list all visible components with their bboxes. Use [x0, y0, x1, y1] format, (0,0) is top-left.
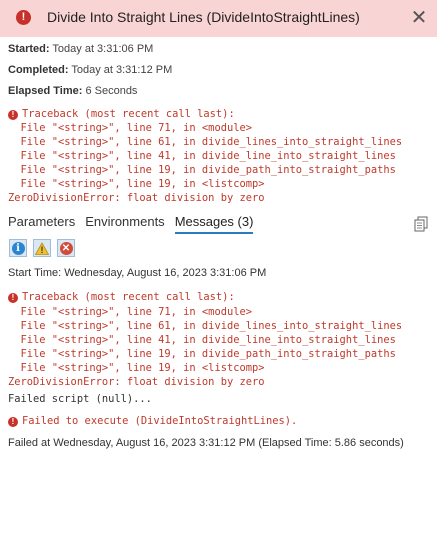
warning-filter-button[interactable]: !	[33, 239, 51, 257]
message-traceback-line: File "<string>", line 19, in divide_path…	[8, 348, 396, 360]
summary-traceback-line: File "<string>", line 61, in divide_line…	[8, 136, 403, 148]
error-icon: !	[8, 110, 18, 120]
message-failed-execute: ! Failed to execute (DivideIntoStraightLi…	[8, 414, 297, 428]
copy-icon[interactable]	[414, 216, 428, 232]
completed-value: Today at 3:31:12 PM	[71, 64, 173, 76]
message-traceback-line: File "<string>", line 41, in divide_line…	[8, 334, 396, 346]
elapsed-row: Elapsed Time: 6 Seconds	[8, 85, 137, 97]
error-icon: !	[8, 417, 18, 427]
summary-traceback-error: ZeroDivisionError: float division by zer…	[8, 192, 265, 204]
error-filter-button[interactable]: ✕	[57, 239, 75, 257]
close-icon[interactable]: ✕	[408, 6, 430, 28]
message-traceback-header: ! Traceback (most recent call last):	[8, 290, 235, 304]
message-traceback-line: File "<string>", line 19, in <listcomp>	[8, 362, 265, 374]
completed-label: Completed:	[8, 64, 69, 76]
message-traceback-line: File "<string>", line 71, in <module>	[8, 306, 252, 318]
tab-environments[interactable]: Environments	[85, 214, 164, 234]
message-traceback-line: File "<string>", line 61, in divide_line…	[8, 320, 403, 332]
error-icon: !	[8, 293, 18, 303]
tab-messages[interactable]: Messages (3)	[174, 214, 254, 234]
dialog-title: Divide Into Straight Lines (DivideIntoSt…	[47, 9, 360, 25]
warning-icon: !	[35, 241, 49, 255]
dialog-header: ! Divide Into Straight Lines (DivideInto…	[0, 0, 437, 37]
tab-bar: Parameters Environments Messages (3)	[8, 214, 254, 234]
completed-row: Completed: Today at 3:31:12 PM	[8, 64, 172, 76]
summary-traceback-line: File "<string>", line 19, in <listcomp>	[8, 178, 265, 190]
elapsed-value: 6 Seconds	[85, 85, 138, 97]
message-failed-script: Failed script (null)...	[8, 393, 152, 405]
error-icon: ✕	[59, 241, 73, 255]
started-row: Started: Today at 3:31:06 PM	[8, 43, 153, 55]
svg-text:!: !	[41, 245, 44, 255]
tab-parameters[interactable]: Parameters	[8, 214, 75, 234]
error-icon: !	[16, 10, 31, 25]
message-failed-at: Failed at Wednesday, August 16, 2023 3:3…	[8, 437, 404, 449]
summary-traceback-line: File "<string>", line 41, in divide_line…	[8, 150, 396, 162]
summary-traceback-line: File "<string>", line 71, in <module>	[8, 122, 252, 134]
message-traceback-error: ZeroDivisionError: float division by zer…	[8, 376, 265, 388]
info-icon: i	[11, 241, 25, 255]
started-value: Today at 3:31:06 PM	[52, 43, 154, 55]
info-filter-button[interactable]: i	[9, 239, 27, 257]
summary-traceback-line: File "<string>", line 19, in divide_path…	[8, 164, 396, 176]
elapsed-label: Elapsed Time:	[8, 85, 83, 97]
started-label: Started:	[8, 43, 50, 55]
message-start-time: Start Time: Wednesday, August 16, 2023 3…	[8, 267, 267, 279]
summary-traceback-header: ! Traceback (most recent call last):	[8, 107, 235, 121]
